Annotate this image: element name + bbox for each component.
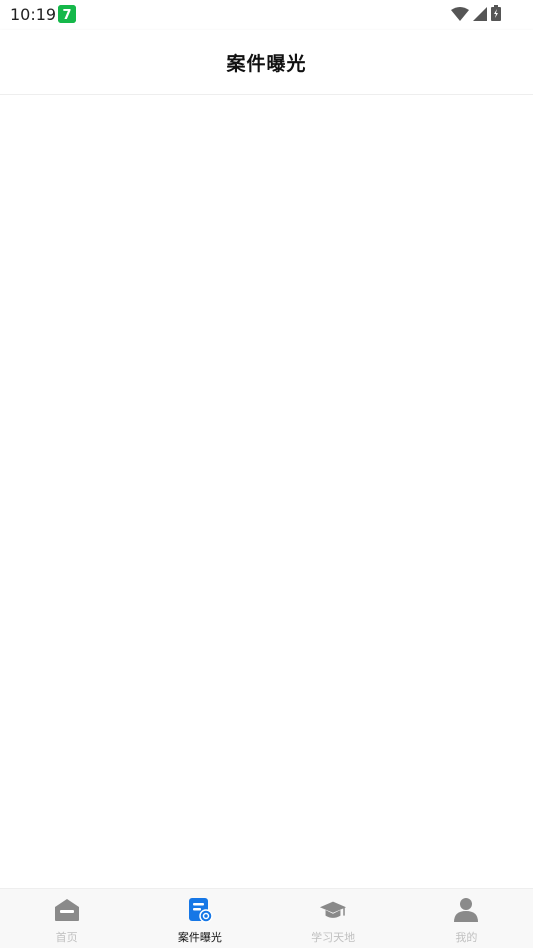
wifi-icon: [451, 6, 469, 25]
tab-study-label: 学习天地: [311, 931, 356, 944]
home-icon: [53, 896, 81, 924]
tab-case-exposure[interactable]: 案件曝光: [133, 889, 266, 948]
app-screen: 10:19 7 案件曝光 首页 案件曝光 学习天地 我的: [0, 0, 533, 948]
tab-mine[interactable]: 我的: [400, 889, 533, 948]
page-header: 案件曝光: [0, 30, 533, 95]
tab-study[interactable]: 学习天地: [267, 889, 400, 948]
graduation-cap-icon: [319, 896, 347, 924]
battery-icon: [491, 5, 501, 25]
status-time: 10:19: [10, 5, 57, 24]
status-bar: 10:19 7: [0, 0, 533, 30]
cellular-signal-icon: [473, 6, 487, 25]
app-badge-text: 7: [62, 8, 71, 23]
page-title: 案件曝光: [226, 52, 307, 75]
content-area: [0, 95, 533, 889]
user-icon: [452, 896, 480, 924]
tab-case-exposure-label: 案件曝光: [177, 931, 222, 944]
bottom-tab-bar: 首页 案件曝光 学习天地 我的: [0, 888, 533, 948]
tab-home[interactable]: 首页: [0, 889, 133, 948]
tab-mine-label: 我的: [455, 931, 478, 944]
tab-home-label: 首页: [55, 931, 78, 944]
case-exposure-icon: [186, 896, 214, 924]
status-icons: [451, 5, 501, 25]
app-notification-icon: 7: [58, 5, 76, 23]
